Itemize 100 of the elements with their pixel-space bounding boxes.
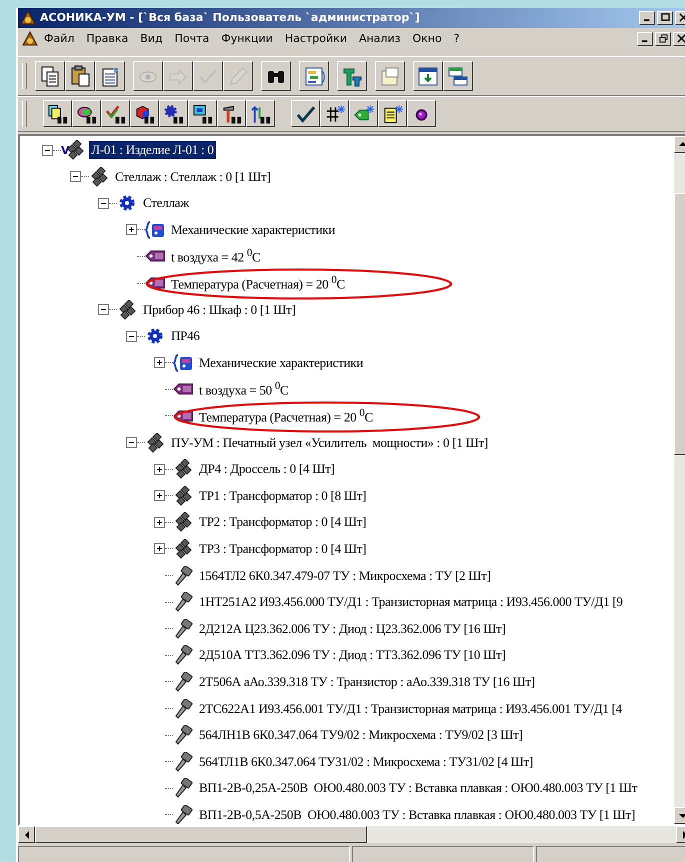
expand-toggle[interactable] [154,490,165,502]
toolbar-button[interactable] [95,60,125,91]
windows-icon [447,64,469,87]
toolbar-button[interactable] [188,100,217,128]
close-button[interactable] [673,32,685,46]
document-logo-icon [22,30,38,47]
toolbar-button[interactable] [130,100,159,128]
monitor-binoculars-icon [192,102,213,125]
flag-letter: V [61,144,70,157]
restore-button[interactable] [655,32,671,46]
toolbar-button[interactable] [349,100,378,128]
menu-item[interactable]: Правка [80,32,134,46]
window-icon [417,64,439,87]
toolbar-button[interactable] [291,100,320,128]
expand-toggle[interactable] [98,198,109,209]
gear-binoculars-icon [163,102,184,125]
tree-item[interactable]: t воздуха = 50 $^{0}$C [197,379,290,400]
gear-icon [117,193,137,214]
minimize-button[interactable] [639,10,655,25]
toolbar-button[interactable] [299,60,329,91]
tree-item[interactable]: t воздуха = 42 $^{0}$C [169,246,262,267]
expand-toggle[interactable] [70,171,81,182]
toolbar-button[interactable] [320,100,349,128]
assembly-icon [173,512,193,532]
tree-item[interactable]: ТР3 : Трансформатор : 0 [4 Шт] [197,540,368,558]
expand-toggle[interactable] [42,144,53,156]
menu-item[interactable]: Вид [134,32,169,46]
menu-item[interactable]: ? [448,32,466,46]
toolbar-button[interactable] [65,60,95,91]
tree-item[interactable]: Л-01 : Изделие Л-01 : 0 [89,141,216,160]
bolt-icon [173,672,193,692]
tree-item[interactable]: 2Д212А Ц23.362.006 ТУ : Диод : Ц23.362.006 ТУ [16 Шт] [197,620,508,638]
tree-item[interactable]: ТР2 : Трансформатор : 0 [4 Шт] [197,513,368,532]
documents-binoculars-icon [47,102,68,125]
tree-item[interactable]: Стеллаж : Стеллаж : 0 [1 Шт] [113,168,273,186]
down-arrow-icon [678,812,685,820]
plus-icon [127,225,136,234]
tree-item[interactable]: 2Д510А ТТ3.362.096 ТУ : Диод : ТТ3.362.096 ТУ [10 Шт] [197,646,508,664]
up-arrow-icon [678,140,685,148]
tree-item[interactable]: ВП1-2В-0,25А-250В ОЮ0.480.003 ТУ : Вставка плавкая : ОЮ0.480.003 ТУ [1 Шт [197,779,640,798]
close-icon [676,34,685,44]
toolbar-button[interactable] [101,100,130,128]
assembly-icon [173,538,193,559]
tree-item[interactable]: Механические характеристики [197,354,366,372]
horizontal-scrollbar[interactable] [18,826,685,844]
expand-toggle[interactable] [126,437,137,448]
toolbar-button[interactable] [378,100,407,128]
menu-item[interactable]: Окно [406,32,448,46]
expand-toggle[interactable] [98,304,109,316]
menu-item[interactable]: Настройки [278,32,353,46]
tree-item[interactable]: ДР4 : Дроссель : 0 [4 Шт] [197,460,337,478]
assembly-icon [117,300,137,320]
expand-toggle[interactable] [154,464,165,475]
tree-item[interactable]: ТР1 : Трансформатор : 0 [8 Шт] [197,486,368,505]
expand-toggle[interactable] [126,224,137,236]
tree-item[interactable]: 1НТ251А2 И93.456.000 ТУ/Д1 : Транзисторная матрица : И93.456.000 ТУ/Д1 [9 [197,593,625,612]
toolbar-button[interactable] [337,60,367,91]
plus-icon [155,464,164,474]
left-arrow-icon [22,830,30,839]
toolbar-button[interactable] [443,60,473,91]
bolt-icon [173,778,193,798]
toolbar-button[interactable] [261,60,291,91]
toolbar-button[interactable] [159,100,188,128]
maximize-button[interactable] [657,10,673,25]
brace-folder-icon [145,220,165,240]
expand-toggle[interactable] [154,357,165,368]
toolbar-button[interactable] [43,100,72,128]
menu-item[interactable]: Файл [38,32,80,46]
plus-icon [155,544,164,554]
minimize-button[interactable] [637,32,653,46]
tree-item[interactable]: 2Т506А аАо.339.318 ТУ : Транзистор : аАо.339.318 ТУ [16 Шт] [197,672,537,691]
tree-item[interactable]: ВП1-2В-0,5А-250В ОЮ0.480.003 ТУ : Вставка плавкая : ОЮ0.480.003 ТУ [1 Шт] [197,806,638,824]
menu-item[interactable]: Анализ [352,32,406,46]
app-logo-icon [20,10,36,26]
assembly-icon [89,166,109,187]
toolbar-button[interactable] [72,100,101,128]
tree-item[interactable]: ПУ-УМ : Печатный узел «Усилитель мощности» : 0 [1 Шт] [169,434,490,452]
tree-item[interactable]: 564ЛН1В 6К0.347.064 ТУ9/02 : Микросхема : ТУ9/02 [3 Шт] [197,726,525,744]
toolbar-button[interactable] [217,100,246,128]
toolbar-button[interactable] [407,100,436,128]
toolbar-button[interactable] [246,100,275,128]
toolbar-button[interactable] [35,60,65,91]
toolbar-button[interactable] [375,60,405,91]
expand-toggle[interactable] [154,516,165,528]
tree-item[interactable]: Механические характеристики [169,220,338,239]
tree-item[interactable]: 1564ТЛ2 6К0.347.479-07 ТУ : Микросхема : ТУ [2 Шт] [197,566,493,585]
menu-item[interactable]: Почта [168,32,216,46]
bolt-icon [173,752,193,772]
tree-item[interactable]: Прибор 46 : Шкаф : 0 [1 Шт] [141,300,298,319]
expand-toggle[interactable] [154,543,165,554]
tree-item[interactable]: Стеллаж [141,194,191,212]
bolt-icon [173,618,193,639]
bolt-icon [173,592,193,612]
menu-item[interactable]: Функции [215,32,279,46]
expand-toggle[interactable] [126,330,137,342]
tree-item[interactable]: 2ТС622А1 И93.456.001 ТУ/Д1 : Транзисторная матрица : И93.456.001 ТУ/Д1 [4 [197,700,624,718]
tree-item[interactable]: 564ТЛ1В 6К0.347.064 ТУ31/02 : Микросхема : ТУ31/02 [4 Шт] [197,752,536,771]
assembly-icon [173,459,193,480]
tree-item[interactable]: ПР46 [169,327,202,346]
toolbar-button[interactable] [413,60,443,91]
